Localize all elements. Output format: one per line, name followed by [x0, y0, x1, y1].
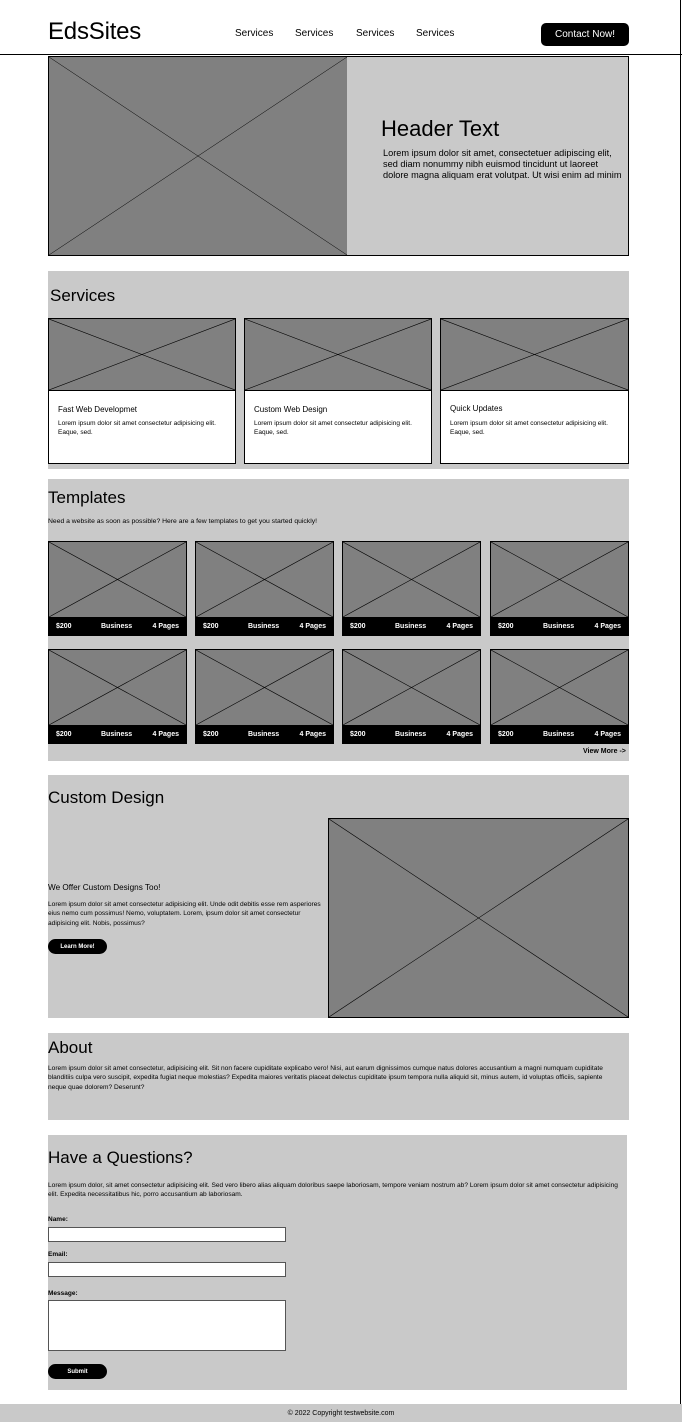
submit-button[interactable]: Submit: [48, 1364, 107, 1379]
template-card[interactable]: $200 Business 4 Pages: [342, 541, 481, 636]
hero-image-placeholder: [48, 56, 348, 256]
template-pages: 4 Pages: [299, 731, 326, 738]
service-card-body: Lorem ipsum dolor sit amet consectetur a…: [254, 420, 412, 436]
service-card-2[interactable]: Custom Web Design Lorem ipsum dolor sit …: [244, 318, 432, 464]
service-card-title: Quick Updates: [450, 404, 503, 413]
template-image-placeholder: [48, 649, 187, 726]
page-right-border: [680, 0, 681, 1404]
service-card-body: Lorem ipsum dolor sit amet consectetur a…: [58, 420, 216, 436]
template-pages: 4 Pages: [594, 623, 621, 630]
learn-more-button[interactable]: Learn More!: [48, 939, 107, 954]
template-price: $200: [498, 623, 514, 630]
template-info-bar: $200 Business 4 Pages: [342, 725, 481, 744]
name-input[interactable]: [48, 1227, 286, 1242]
template-image-placeholder: [342, 541, 481, 618]
service-image-placeholder: [244, 318, 432, 391]
template-price: $200: [203, 623, 219, 630]
template-category: Business: [395, 623, 427, 630]
template-category: Business: [543, 731, 575, 738]
template-pages: 4 Pages: [446, 623, 473, 630]
template-info-bar: $200 Business 4 Pages: [342, 617, 481, 636]
template-image-placeholder: [195, 541, 334, 618]
templates-title: Templates: [48, 488, 126, 507]
template-pages: 4 Pages: [299, 623, 326, 630]
email-label: Email:: [48, 1251, 68, 1258]
site-logo[interactable]: EdsSites: [48, 18, 141, 46]
template-card[interactable]: $200 Business 4 Pages: [195, 649, 334, 744]
service-card-1[interactable]: Fast Web Developmet Lorem ipsum dolor si…: [48, 318, 236, 464]
template-card[interactable]: $200 Business 4 Pages: [342, 649, 481, 744]
template-pages: 4 Pages: [594, 731, 621, 738]
hero-body: Lorem ipsum dolor sit amet, consectetuer…: [383, 148, 622, 181]
template-image-placeholder: [342, 649, 481, 726]
template-card[interactable]: $200 Business 4 Pages: [490, 649, 629, 744]
template-category: Business: [101, 731, 133, 738]
nav-item-services-1[interactable]: Services: [235, 28, 273, 39]
template-pages: 4 Pages: [446, 731, 473, 738]
footer-copyright: © 2022 Copyright testwebsite.com: [287, 1409, 395, 1417]
email-input[interactable]: [48, 1262, 286, 1277]
template-category: Business: [101, 623, 133, 630]
nav-item-services-3[interactable]: Services: [356, 28, 394, 39]
template-info-bar: $200 Business 4 Pages: [490, 617, 629, 636]
service-card-title: Custom Web Design: [254, 405, 328, 414]
template-card[interactable]: $200 Business 4 Pages: [490, 541, 629, 636]
service-image-placeholder: [440, 318, 629, 391]
template-price: $200: [350, 731, 366, 738]
footer: © 2022 Copyright testwebsite.com: [0, 1404, 682, 1422]
template-info-bar: $200 Business 4 Pages: [195, 617, 334, 636]
service-card-3[interactable]: Quick Updates Lorem ipsum dolor sit amet…: [440, 318, 629, 464]
template-image-placeholder: [195, 649, 334, 726]
template-info-bar: $200 Business 4 Pages: [48, 617, 187, 636]
template-image-placeholder: [490, 541, 629, 618]
service-card-body: Lorem ipsum dolor sit amet consectetur a…: [450, 420, 608, 436]
contact-title: Have a Questions?: [48, 1148, 193, 1167]
template-image-placeholder: [48, 541, 187, 618]
template-info-bar: $200 Business 4 Pages: [195, 725, 334, 744]
template-pages: 4 Pages: [152, 731, 179, 738]
contact-now-button[interactable]: Contact Now!: [541, 23, 629, 46]
template-price: $200: [56, 623, 72, 630]
template-price: $200: [56, 731, 72, 738]
template-price: $200: [350, 623, 366, 630]
template-card[interactable]: $200 Business 4 Pages: [48, 649, 187, 744]
header-divider: [0, 54, 682, 55]
nav-item-services-4[interactable]: Services: [416, 28, 454, 39]
service-image-placeholder: [48, 318, 236, 391]
template-price: $200: [203, 731, 219, 738]
template-info-bar: $200 Business 4 Pages: [48, 725, 187, 744]
templates-subtitle: Need a website as soon as possible? Here…: [48, 518, 318, 525]
name-label: Name:: [48, 1216, 68, 1223]
custom-design-image-placeholder: [328, 818, 629, 1018]
services-title: Services: [50, 286, 116, 305]
message-textarea[interactable]: [48, 1300, 286, 1351]
template-card[interactable]: $200 Business 4 Pages: [195, 541, 334, 636]
template-pages: 4 Pages: [152, 623, 179, 630]
template-category: Business: [248, 731, 280, 738]
template-card[interactable]: $200 Business 4 Pages: [48, 541, 187, 636]
hero-title: Header Text: [381, 116, 500, 141]
template-image-placeholder: [490, 649, 629, 726]
message-label: Message:: [48, 1290, 78, 1297]
template-category: Business: [248, 623, 280, 630]
about-body: Lorem ipsum dolor sit amet consectetur, …: [48, 1065, 603, 1091]
service-card-title: Fast Web Developmet: [58, 405, 137, 414]
view-more-link[interactable]: View More ->: [583, 748, 626, 755]
template-category: Business: [395, 731, 427, 738]
template-category: Business: [543, 623, 575, 630]
custom-design-body: Lorem ipsum dolor sit amet consectetur a…: [48, 901, 321, 927]
nav-item-services-2[interactable]: Services: [295, 28, 333, 39]
about-title: About: [48, 1038, 93, 1057]
template-price: $200: [498, 731, 514, 738]
custom-design-title: Custom Design: [48, 788, 165, 807]
template-info-bar: $200 Business 4 Pages: [490, 725, 629, 744]
custom-design-subtitle: We Offer Custom Designs Too!: [48, 883, 161, 892]
contact-body: Lorem ipsum dolor, sit amet consectetur …: [48, 1182, 618, 1199]
